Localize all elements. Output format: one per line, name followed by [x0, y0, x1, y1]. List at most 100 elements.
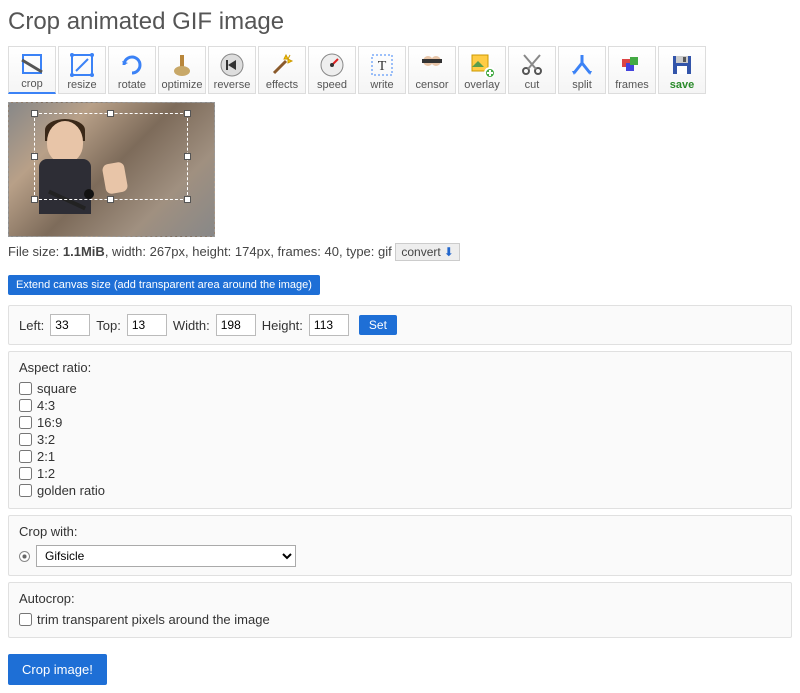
crop-handle-se[interactable]	[184, 196, 191, 203]
height-label: Height:	[262, 318, 303, 333]
tool-reverse[interactable]: reverse	[208, 46, 256, 94]
crop-selection[interactable]	[34, 113, 188, 200]
crop-handle-nw[interactable]	[31, 110, 38, 117]
resize-icon	[70, 53, 94, 77]
crop-handle-w[interactable]	[31, 153, 38, 160]
width-input[interactable]	[216, 314, 256, 336]
crop-with-panel: Crop with: Gifsicle	[8, 515, 792, 576]
aspect-option-label: golden ratio	[37, 483, 105, 498]
tool-rotate[interactable]: rotate	[108, 46, 156, 94]
top-input[interactable]	[127, 314, 167, 336]
tool-label: optimize	[162, 79, 203, 91]
rotate-icon	[120, 53, 144, 77]
reverse-icon	[220, 53, 244, 77]
aspect-ratio-panel: Aspect ratio: square 4:3 16:9 3:2 2:1 1:2 gold…	[8, 351, 792, 509]
autocrop-label: Autocrop:	[19, 591, 781, 606]
file-size: 1.1MiB	[63, 244, 105, 259]
autocrop-checkbox[interactable]	[19, 613, 32, 626]
aspect-4-3-checkbox[interactable]	[19, 399, 32, 412]
crop-with-select[interactable]: Gifsicle	[36, 545, 296, 567]
tool-label: speed	[317, 79, 347, 91]
autocrop-option-label: trim transparent pixels around the image	[37, 612, 270, 627]
tool-label: rotate	[118, 79, 146, 91]
tool-label: write	[370, 79, 393, 91]
file-info: File size: 1.1MiB, width: 267px, height:…	[8, 243, 792, 261]
tool-resize[interactable]: resize	[58, 46, 106, 94]
tool-split[interactable]: split	[558, 46, 606, 94]
aspect-option-label: 4:3	[37, 398, 55, 413]
crop-with-radio[interactable]	[19, 551, 30, 562]
aspect-option-label: 3:2	[37, 432, 55, 447]
aspect-3-2-checkbox[interactable]	[19, 433, 32, 446]
aspect-1-2-checkbox[interactable]	[19, 467, 32, 480]
tool-label: save	[670, 79, 694, 91]
tool-speed[interactable]: speed	[308, 46, 356, 94]
extend-canvas-button[interactable]: Extend canvas size (add transparent area…	[8, 275, 320, 295]
tool-frames[interactable]: frames	[608, 46, 656, 94]
crop-image-button[interactable]: Crop image!	[8, 654, 107, 685]
crop-with-label: Crop with:	[19, 524, 781, 539]
censor-icon	[420, 53, 444, 77]
crop-handle-sw[interactable]	[31, 196, 38, 203]
effects-icon	[270, 53, 294, 77]
frames-icon	[620, 53, 644, 77]
file-type: gif	[378, 244, 392, 259]
tool-label: frames	[615, 79, 649, 91]
overlay-icon	[470, 53, 494, 77]
speed-icon	[320, 53, 344, 77]
tool-label: reverse	[214, 79, 251, 91]
tool-cut[interactable]: cut	[508, 46, 556, 94]
write-icon: T	[370, 53, 394, 77]
crop-handle-n[interactable]	[107, 110, 114, 117]
height-input[interactable]	[309, 314, 349, 336]
preview-wrap: File size: 1.1MiB, width: 267px, height:…	[8, 102, 792, 261]
tool-overlay[interactable]: overlay	[458, 46, 506, 94]
aspect-golden-ratio-checkbox[interactable]	[19, 484, 32, 497]
tool-label: overlay	[464, 79, 499, 91]
autocrop-panel: Autocrop: trim transparent pixels around…	[8, 582, 792, 638]
crop-handle-e[interactable]	[184, 153, 191, 160]
tool-write[interactable]: Twrite	[358, 46, 406, 94]
aspect-option-label: 2:1	[37, 449, 55, 464]
download-icon: ⬇	[444, 245, 454, 259]
tool-save[interactable]: save	[658, 46, 706, 94]
left-input[interactable]	[50, 314, 90, 336]
top-label: Top:	[96, 318, 121, 333]
aspect-option-label: square	[37, 381, 77, 396]
save-icon	[670, 53, 694, 77]
tool-label: censor	[415, 79, 448, 91]
tool-label: effects	[266, 79, 298, 91]
crop-handle-s[interactable]	[107, 196, 114, 203]
tool-crop[interactable]: crop	[8, 46, 56, 94]
tool-censor[interactable]: censor	[408, 46, 456, 94]
tool-optimize[interactable]: optimize	[158, 46, 206, 94]
crop-handle-ne[interactable]	[184, 110, 191, 117]
svg-text:T: T	[378, 59, 387, 74]
split-icon	[570, 53, 594, 77]
tool-label: resize	[67, 79, 96, 91]
tool-label: cut	[525, 79, 540, 91]
file-height: 174px	[235, 244, 270, 259]
aspect-16-9-checkbox[interactable]	[19, 416, 32, 429]
file-size-label: File size:	[8, 244, 63, 259]
aspect-option-label: 16:9	[37, 415, 62, 430]
aspect-option-label: 1:2	[37, 466, 55, 481]
optimize-icon	[170, 53, 194, 77]
tool-label: crop	[21, 78, 42, 90]
convert-button[interactable]: convert⬇	[395, 243, 459, 261]
toolbar: crop resize rotate optimize reverse effects sp…	[8, 46, 792, 94]
aspect-ratio-label: Aspect ratio:	[19, 360, 781, 375]
left-label: Left:	[19, 318, 44, 333]
aspect-2-1-checkbox[interactable]	[19, 450, 32, 463]
tool-label: split	[572, 79, 592, 91]
aspect-square-checkbox[interactable]	[19, 382, 32, 395]
page-title: Crop animated GIF image	[8, 8, 792, 36]
cut-icon	[520, 53, 544, 77]
file-frames: 40	[325, 244, 339, 259]
file-width: 267px	[150, 244, 185, 259]
tool-effects[interactable]: effects	[258, 46, 306, 94]
width-label: Width:	[173, 318, 210, 333]
dimensions-panel: Left: Top: Width: Height: Set	[8, 305, 792, 345]
gif-preview[interactable]	[8, 102, 215, 237]
set-button[interactable]: Set	[359, 315, 397, 335]
